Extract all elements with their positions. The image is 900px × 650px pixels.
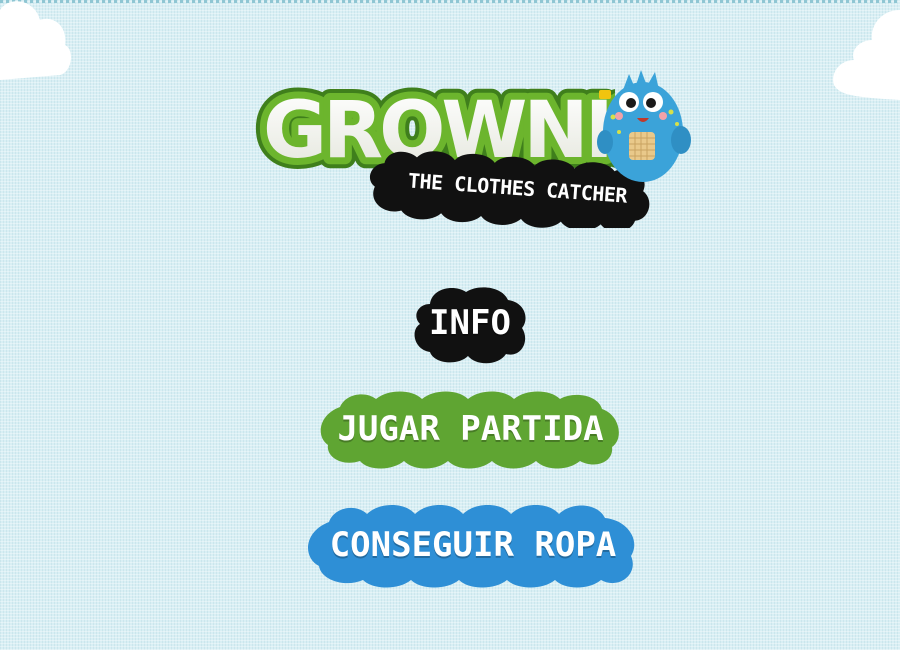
get-clothes-button-label: CONSEGUIR ROPA	[329, 525, 617, 565]
cloud-decoration-left	[0, 1, 72, 80]
game-logo: GROWNIES GROWNIES GROWNIES THE CLOTHES C…	[255, 62, 695, 237]
play-game-button-label: JUGAR PARTIDA	[337, 409, 604, 449]
info-button-label: INFO	[429, 303, 511, 343]
info-button[interactable]: INFO	[410, 282, 530, 364]
top-border	[0, 0, 900, 3]
mascot-monster-icon	[597, 70, 691, 182]
play-game-button[interactable]: JUGAR PARTIDA	[318, 387, 623, 471]
get-clothes-button[interactable]: CONSEGUIR ROPA	[305, 500, 641, 590]
cloud-decoration-right	[833, 10, 900, 100]
